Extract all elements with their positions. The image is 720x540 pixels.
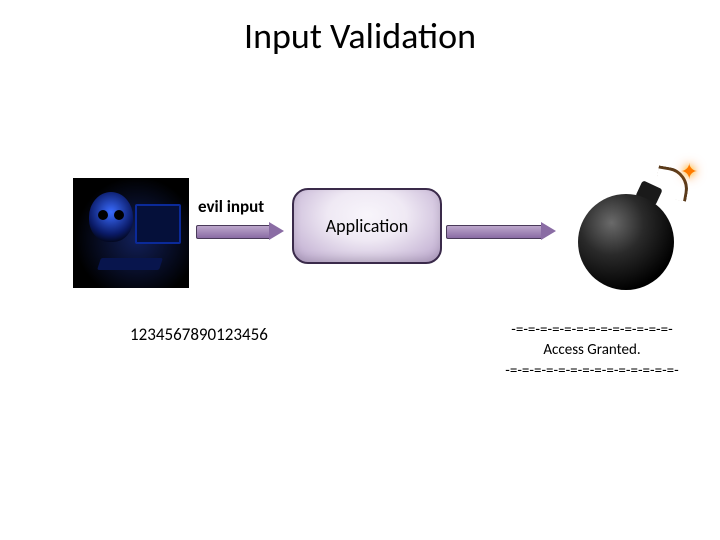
hacker-image [73, 178, 189, 288]
application-node: Application [292, 188, 442, 264]
slide-title: Input Validation [0, 14, 720, 58]
arrow-input-to-app [196, 222, 284, 240]
access-granted-block: -=-=-=-=-=-=-=-=-=-=-=-=-=- Access Grant… [478, 320, 706, 381]
application-label: Application [326, 215, 409, 237]
access-message: Access Granted. [543, 341, 640, 359]
evil-input-label: evil input [198, 196, 264, 217]
arrow-app-to-bomb [446, 222, 556, 240]
card-number-text: 1234567890123456 [130, 324, 268, 345]
spark-icon: ✦ [680, 158, 698, 185]
monitor-icon [135, 204, 181, 244]
bomb-icon: ✦ [564, 158, 704, 298]
keyboard-icon [97, 258, 163, 270]
slide: Input Validation evil input Application … [0, 0, 720, 540]
rule-bottom: -=-=-=-=-=-=-=-=-=-=-=-=-=-=- [505, 362, 678, 380]
skull-icon [89, 192, 133, 242]
rule-top: -=-=-=-=-=-=-=-=-=-=-=-=-=- [511, 321, 672, 339]
